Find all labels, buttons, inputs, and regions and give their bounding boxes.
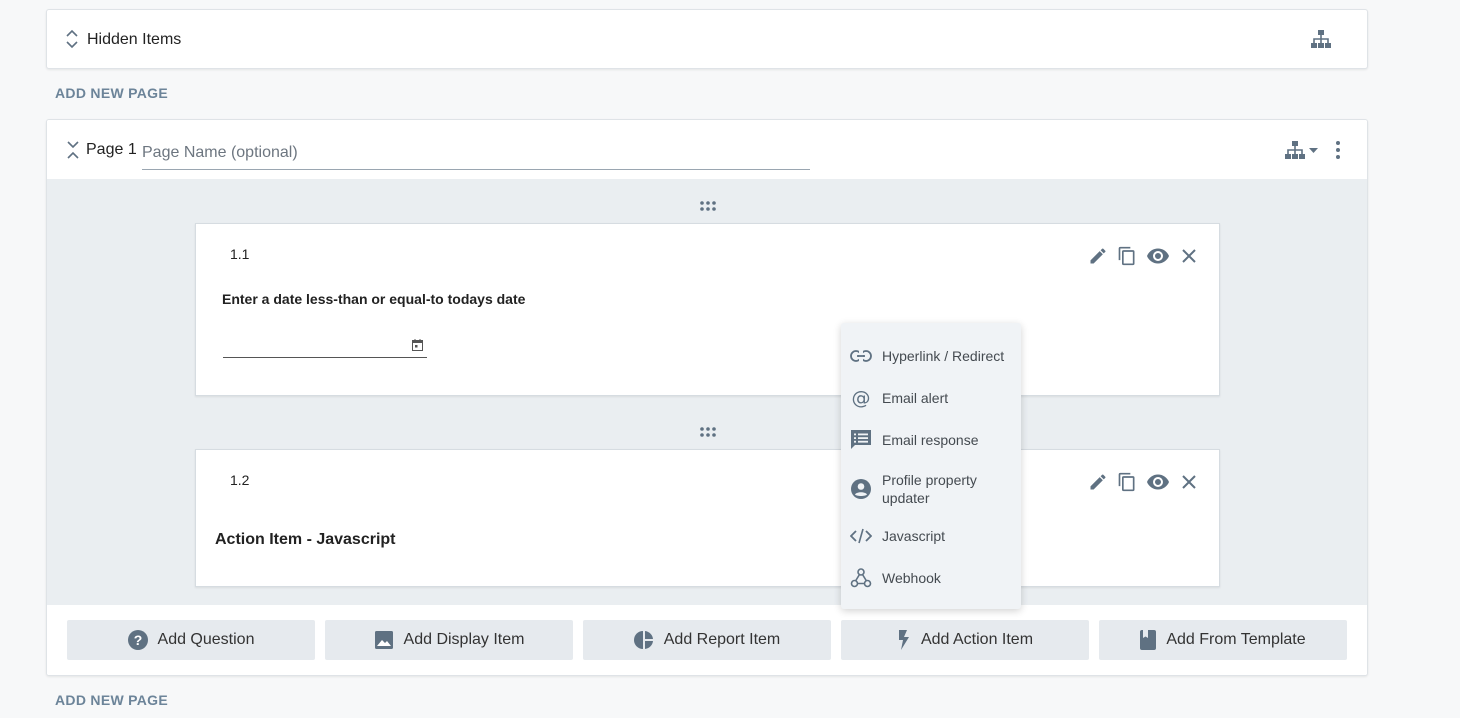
add-from-template-button[interactable]: Add From Template xyxy=(1099,620,1347,660)
menu-item-hyperlink[interactable]: Hyperlink / Redirect xyxy=(841,345,1021,367)
menu-item-profile-property-updater[interactable]: Profile property updater xyxy=(841,471,1021,507)
svg-text:@: @ xyxy=(852,387,871,409)
menu-item-email-response[interactable]: Email response xyxy=(841,429,1021,451)
copy-icon[interactable] xyxy=(1117,244,1137,268)
menu-item-label: Email alert xyxy=(882,389,1012,407)
more-vert-icon[interactable] xyxy=(1335,140,1341,160)
add-new-page-link[interactable]: ADD NEW PAGE xyxy=(55,85,168,101)
page-name-input[interactable] xyxy=(142,136,810,170)
add-report-item-label: Add Report Item xyxy=(664,631,781,649)
question-text: Enter a date less-than or equal-to today… xyxy=(222,291,525,307)
image-icon xyxy=(374,630,394,650)
menu-item-label: Email response xyxy=(882,431,1012,449)
add-display-item-button[interactable]: Add Display Item xyxy=(325,620,573,660)
collapse-icon[interactable] xyxy=(66,140,80,160)
drag-handle-icon[interactable] xyxy=(699,426,717,438)
sitemap-icon[interactable] xyxy=(1311,30,1331,48)
menu-item-label: Webhook xyxy=(882,569,1012,587)
hidden-items-title: Hidden Items xyxy=(87,31,181,49)
eye-icon[interactable] xyxy=(1146,244,1170,268)
menu-item-email-alert[interactable]: @ Email alert xyxy=(841,387,1021,409)
item-toolbar xyxy=(1088,470,1199,494)
action-item-label: Action Item - Javascript xyxy=(215,531,396,549)
menu-item-label: Javascript xyxy=(882,527,1012,545)
close-icon[interactable] xyxy=(1179,470,1199,494)
item-number: 1.2 xyxy=(230,472,249,488)
webhook-icon xyxy=(850,567,872,589)
add-action-item-label: Add Action Item xyxy=(921,631,1033,649)
page-card: Page 1 1.1 Enter a dat xyxy=(46,119,1368,676)
link-icon xyxy=(850,345,872,367)
svg-text:?: ? xyxy=(133,632,142,648)
action-item[interactable]: 1.2 Action Item - Javascript xyxy=(195,449,1220,587)
action-item-type-menu: Hyperlink / Redirect @ Email alert Email… xyxy=(841,323,1021,609)
menu-item-label: Profile property updater xyxy=(882,471,1012,507)
code-icon xyxy=(850,525,872,547)
item-toolbar xyxy=(1088,244,1199,268)
sitemap-dropdown[interactable] xyxy=(1285,141,1319,159)
eye-icon[interactable] xyxy=(1146,470,1170,494)
copy-icon[interactable] xyxy=(1117,470,1137,494)
add-question-label: Add Question xyxy=(158,631,255,649)
close-icon[interactable] xyxy=(1179,244,1199,268)
calendar-icon[interactable] xyxy=(412,339,423,351)
item-number: 1.1 xyxy=(230,246,249,262)
menu-item-webhook[interactable]: Webhook xyxy=(841,567,1021,589)
question-item[interactable]: 1.1 Enter a date less-than or equal-to t… xyxy=(195,223,1220,396)
edit-icon[interactable] xyxy=(1088,470,1108,494)
page-header: Page 1 xyxy=(47,120,1367,180)
add-new-page-link[interactable]: ADD NEW PAGE xyxy=(55,692,168,708)
edit-icon[interactable] xyxy=(1088,244,1108,268)
flash-icon xyxy=(897,630,911,650)
account-circle-icon xyxy=(850,478,872,500)
book-icon xyxy=(1140,630,1156,650)
message-icon xyxy=(850,429,872,451)
add-action-item-button[interactable]: Add Action Item xyxy=(841,620,1089,660)
add-from-template-label: Add From Template xyxy=(1166,631,1305,649)
add-question-button[interactable]: ? Add Question xyxy=(67,620,315,660)
page-label: Page 1 xyxy=(86,141,137,159)
hidden-items-panel: Hidden Items xyxy=(46,9,1368,69)
drag-handle-icon[interactable] xyxy=(699,200,717,212)
help-circle-icon: ? xyxy=(128,630,148,650)
menu-item-label: Hyperlink / Redirect xyxy=(882,347,1012,365)
pie-chart-icon xyxy=(634,630,654,650)
page-footer: ? Add Question Add Display Item Add Repo… xyxy=(47,605,1367,676)
expand-icon[interactable] xyxy=(65,29,79,49)
add-report-item-button[interactable]: Add Report Item xyxy=(583,620,831,660)
add-display-item-label: Add Display Item xyxy=(404,631,525,649)
menu-item-javascript[interactable]: Javascript xyxy=(841,525,1021,547)
date-input[interactable] xyxy=(223,334,427,358)
at-icon: @ xyxy=(850,387,872,409)
